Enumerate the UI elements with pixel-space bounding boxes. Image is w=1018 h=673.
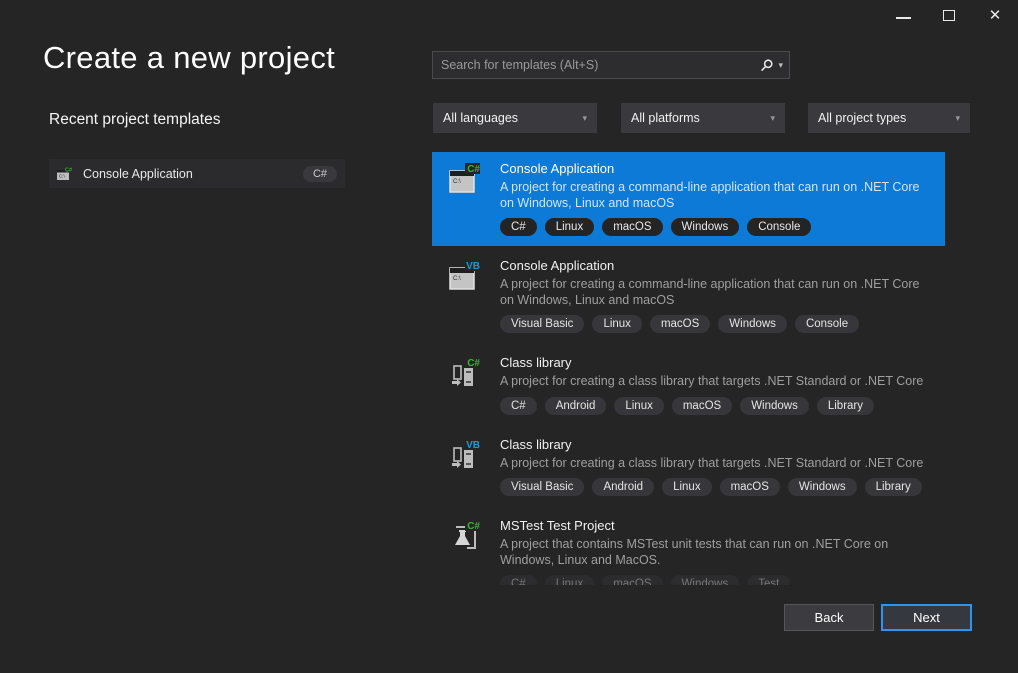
maximize-button[interactable] [926, 0, 972, 30]
template-tag: Windows [671, 218, 740, 236]
template-tag: Windows [788, 478, 857, 496]
template-tags: Visual Basic Android Linux macOS Windows Libr… [500, 478, 935, 496]
language-filter-dropdown[interactable]: All languages ▾ [433, 103, 597, 133]
minimize-button[interactable] [880, 0, 926, 30]
language-filter-label: All languages [443, 111, 518, 125]
template-tag: macOS [602, 218, 662, 236]
library-csharp-icon: C# [448, 357, 480, 389]
svg-text:C#: C# [467, 164, 480, 175]
svg-text:C#: C# [65, 167, 72, 173]
recent-template-language-badge: C# [303, 166, 337, 182]
template-tag: macOS [672, 397, 732, 415]
mstest-csharp-icon: C# [448, 520, 480, 552]
chevron-down-icon: ▾ [770, 113, 775, 124]
close-button[interactable]: ✕ [972, 0, 1018, 30]
minimize-icon [896, 17, 911, 19]
svg-text:C:\: C:\ [453, 179, 461, 185]
search-box: ▾ [432, 51, 790, 79]
template-tag: Console [747, 218, 811, 236]
search-options-chevron-icon[interactable]: ▾ [778, 60, 783, 71]
template-tag: Windows [718, 315, 787, 333]
template-tag: Windows [740, 397, 809, 415]
chevron-down-icon: ▾ [955, 113, 960, 124]
console-recent-icon: C:\ C# [55, 165, 73, 183]
project-type-filter-label: All project types [818, 111, 906, 125]
template-tag: macOS [602, 575, 662, 585]
template-tag: Library [817, 397, 874, 415]
template-description: A project for creating a command-line ap… [500, 277, 935, 308]
recent-templates-heading: Recent project templates [49, 111, 220, 129]
library-vb-icon: VB [448, 439, 480, 471]
svg-text:VB: VB [466, 261, 480, 272]
recent-template-title: Console Application [83, 167, 303, 181]
project-type-filter-dropdown[interactable]: All project types ▾ [808, 103, 970, 133]
template-tag: Console [795, 315, 859, 333]
svg-text:C:\: C:\ [59, 173, 66, 178]
template-tag: C# [500, 397, 537, 415]
template-item[interactable]: C:\ VB Console Application A project for cr… [432, 249, 945, 343]
template-description: A project for creating a command-line ap… [500, 180, 935, 211]
platform-filter-dropdown[interactable]: All platforms ▾ [621, 103, 785, 133]
page-title: Create a new project [43, 40, 335, 76]
platform-filter-label: All platforms [631, 111, 700, 125]
template-list: C:\ C# Console Application A project for cr… [432, 152, 945, 585]
svg-text:C#: C# [467, 358, 480, 369]
template-tag: Test [747, 575, 790, 585]
template-item[interactable]: C# Class library A project for creating a … [432, 346, 945, 425]
template-tags: C# Linux macOS Windows Console [500, 218, 935, 236]
window-controls: ✕ [880, 0, 1018, 30]
svg-text:VB: VB [466, 440, 480, 451]
svg-text:C#: C# [467, 521, 480, 532]
template-title: MSTest Test Project [500, 518, 935, 533]
template-item[interactable]: C:\ C# Console Application A project for cr… [432, 152, 945, 246]
template-title: Console Application [500, 161, 935, 176]
back-button[interactable]: Back [784, 604, 874, 631]
template-tag: Linux [614, 397, 664, 415]
template-tag: macOS [650, 315, 710, 333]
maximize-icon [943, 10, 955, 21]
template-tag: Visual Basic [500, 315, 584, 333]
chevron-down-icon: ▾ [582, 113, 587, 124]
close-icon: ✕ [989, 8, 1002, 23]
template-tag: Windows [671, 575, 740, 585]
console-vb-icon: C:\ VB [448, 260, 480, 292]
template-tags: Visual Basic Linux macOS Windows Console [500, 315, 935, 333]
recent-template-item[interactable]: C:\ C# Console Application C# [49, 159, 345, 188]
template-tags: C# Android Linux macOS Windows Library [500, 397, 935, 415]
template-title: Class library [500, 437, 935, 452]
template-item[interactable]: C# MSTest Test Project A project that cont… [432, 509, 945, 585]
svg-text:C:\: C:\ [453, 276, 461, 282]
template-tag: Linux [592, 315, 642, 333]
template-description: A project for creating a class library t… [500, 374, 935, 390]
template-tag: C# [500, 218, 537, 236]
template-tag: Linux [545, 218, 595, 236]
template-description: A project that contains MSTest unit test… [500, 537, 935, 568]
template-item[interactable]: VB Class library A project for creating a … [432, 428, 945, 507]
console-csharp-icon: C:\ C# [448, 163, 480, 195]
create-new-project-dialog: ✕ Create a new project ▾ All languages ▾… [0, 0, 1018, 673]
template-tag: Android [592, 478, 654, 496]
template-tag: Visual Basic [500, 478, 584, 496]
next-button[interactable]: Next [881, 604, 972, 631]
search-icon[interactable] [760, 58, 774, 72]
template-description: A project for creating a class library t… [500, 456, 935, 472]
search-input[interactable] [433, 52, 760, 78]
template-tag: Library [865, 478, 922, 496]
template-title: Console Application [500, 258, 935, 273]
template-tag: Linux [662, 478, 712, 496]
template-tags: C# Linux macOS Windows Test [500, 575, 935, 585]
template-tag: macOS [720, 478, 780, 496]
template-title: Class library [500, 355, 935, 370]
template-tag: C# [500, 575, 537, 585]
template-tag: Linux [545, 575, 595, 585]
template-tag: Android [545, 397, 607, 415]
